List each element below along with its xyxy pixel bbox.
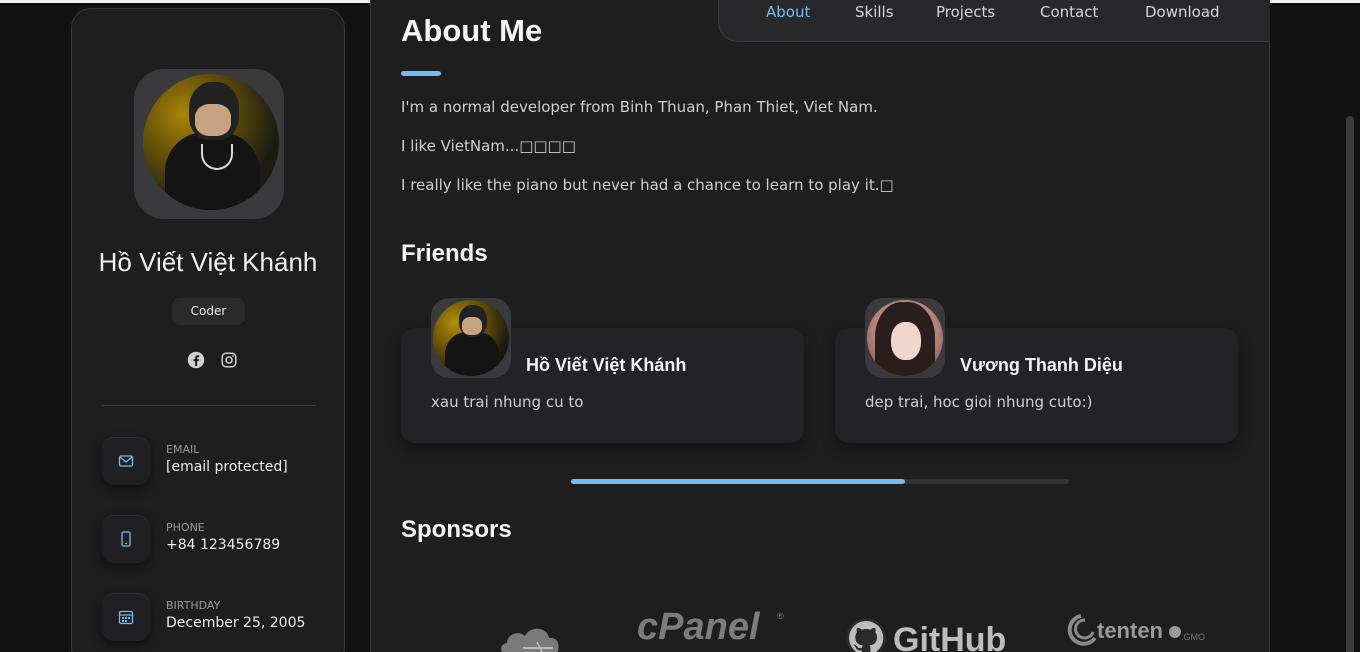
svg-text:GitHub: GitHub	[893, 621, 1006, 652]
nav-skills[interactable]: Skills	[855, 3, 894, 21]
friend-name: Hồ Viết Việt Khánh	[526, 355, 687, 375]
contact-label: Birthday	[166, 599, 221, 612]
svg-text:.GMO: .GMO	[1181, 632, 1205, 642]
navbar: About Skills Projects Contact Download	[718, 0, 1270, 42]
cpanel-logo[interactable]: cPanel ®	[637, 605, 789, 651]
avatar	[134, 69, 284, 219]
profile-name: Hồ Viết Việt Khánh	[98, 247, 318, 277]
contact-email: Email [email protected]	[102, 437, 332, 487]
avatar-photo	[143, 74, 279, 210]
contact-label: Email	[166, 443, 200, 456]
role-badge: Coder	[172, 298, 245, 325]
svg-text:tenten: tenten	[1097, 618, 1163, 643]
profile-sidebar: Hồ Viết Việt Khánh Coder Email [email pr…	[71, 8, 345, 652]
contact-birthday: Birthday December 25, 2005	[102, 593, 332, 643]
nav-download[interactable]: Download	[1145, 3, 1220, 21]
instagram-icon[interactable]	[220, 351, 238, 369]
nav-about[interactable]: About	[766, 3, 810, 21]
email-link[interactable]: [email protected]	[166, 459, 288, 475]
phone-icon	[102, 515, 150, 563]
friend-desc: xau trai nhung cu to	[431, 393, 584, 411]
calendar-icon	[102, 593, 150, 641]
cloudflare-logo[interactable]	[497, 622, 567, 652]
friend-avatar	[431, 298, 511, 378]
nav-contact[interactable]: Contact	[1040, 3, 1098, 21]
birthday-value: December 25, 2005	[166, 615, 306, 631]
about-paragraph: I really like the piano but never had a …	[401, 176, 894, 194]
about-paragraph: I like VietNam...□□□□	[401, 137, 576, 155]
contact-phone: Phone +84 123456789	[102, 515, 332, 565]
friends-scroll-track[interactable]	[571, 479, 1069, 484]
about-paragraph: I'm a normal developer from Binh Thuan, …	[401, 98, 878, 116]
nav-projects[interactable]: Projects	[936, 3, 995, 21]
sponsors-title: Sponsors	[401, 516, 512, 543]
svg-text:®: ®	[777, 611, 784, 621]
sidebar-divider	[102, 405, 316, 406]
tenten-logo[interactable]: tenten .GMO	[1065, 612, 1217, 652]
mail-icon	[102, 437, 150, 485]
facebook-icon[interactable]	[187, 351, 205, 369]
svg-text:cPanel: cPanel	[637, 606, 761, 647]
github-logo[interactable]: GitHub	[845, 617, 1010, 652]
phone-link[interactable]: +84 123456789	[166, 537, 280, 553]
page-scrollbar[interactable]	[1346, 116, 1354, 652]
friend-desc: dep trai, hoc gioi nhung cuto:)	[865, 393, 1093, 411]
title-underline	[401, 71, 441, 76]
page-title: About Me	[401, 13, 543, 48]
contact-label: Phone	[166, 521, 205, 534]
friends-title: Friends	[401, 240, 488, 267]
friend-name: Vương Thanh Diệu	[960, 355, 1123, 375]
friend-avatar	[865, 298, 945, 378]
friends-scroll-thumb[interactable]	[571, 479, 905, 484]
